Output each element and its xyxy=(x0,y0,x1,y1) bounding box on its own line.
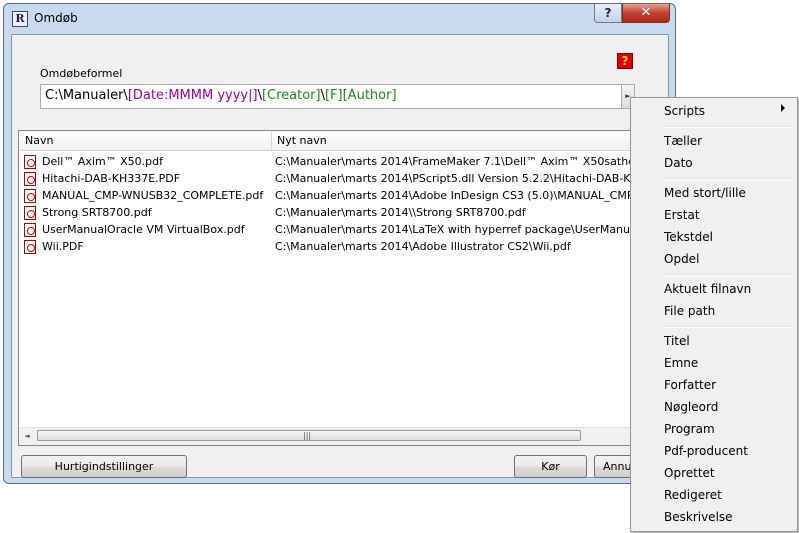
new-file-name: C:\Manualer\marts 2014\Adobe Illustrator… xyxy=(275,240,571,253)
quick-settings-button[interactable]: Hurtigindstillinger xyxy=(21,455,187,478)
run-button[interactable]: Kør xyxy=(514,455,587,478)
new-file-name: C:\Manualer\marts 2014\PScript5.dll Vers… xyxy=(275,172,660,185)
menu-item-created[interactable]: Oprettet xyxy=(664,466,715,480)
list-rows: Dell™ Axim™ X50.pdf C:\Manualer\marts 20… xyxy=(19,154,659,256)
pdf-file-icon xyxy=(24,240,36,254)
table-row[interactable]: UserManualOracle VM VirtualBox.pdf C:\Ma… xyxy=(19,222,659,239)
menu-item-keywords[interactable]: Nøgleord xyxy=(664,400,718,414)
new-file-name: C:\Manualer\marts 2014\LaTeX with hyperr… xyxy=(275,223,660,236)
grip-icon: ||| xyxy=(303,431,312,440)
menu-item-case[interactable]: Med stort/lille xyxy=(664,186,746,200)
table-row[interactable]: MANUAL_CMP-WNUSB32_COMPLETE.pdf C:\Manua… xyxy=(19,188,659,205)
new-file-name: C:\Manualer\marts 2014\Adobe InDesign CS… xyxy=(275,189,660,202)
rename-dialog: R Omdøb ? ✕ ? Omdøbeformel C:\Manualer\[… xyxy=(3,3,676,484)
menu-item-counter[interactable]: Tæller xyxy=(664,134,702,148)
menu-item-description[interactable]: Beskrivelse xyxy=(664,510,733,524)
menu-item-program[interactable]: Program xyxy=(664,422,715,436)
dialog-title: Omdøb xyxy=(34,11,78,25)
menu-item-subject[interactable]: Emne xyxy=(664,356,698,370)
menu-item-author[interactable]: Forfatter xyxy=(664,378,716,392)
pdf-file-icon xyxy=(24,206,36,220)
menu-separator xyxy=(661,126,795,128)
insert-field-menu: Scripts Tæller Dato Med stort/lille Erst… xyxy=(630,97,798,532)
menu-separator xyxy=(661,178,795,180)
menu-item-split[interactable]: Opdel xyxy=(664,252,699,266)
help-hint-icon[interactable]: ? xyxy=(617,53,633,69)
new-file-name: C:\Manualer\marts 2014\\Strong SRT8700.p… xyxy=(275,206,526,219)
help-button[interactable]: ? xyxy=(594,4,622,23)
menu-separator xyxy=(661,326,795,328)
formula-author-token: [Author] xyxy=(342,88,397,103)
pdf-file-icon xyxy=(24,223,36,237)
file-name: UserManualOracle VM VirtualBox.pdf xyxy=(42,223,245,236)
file-name: MANUAL_CMP-WNUSB32_COMPLETE.pdf xyxy=(42,189,264,202)
app-icon: R xyxy=(12,11,28,27)
pdf-file-icon xyxy=(24,155,36,169)
scroll-left-icon[interactable]: ◄ xyxy=(21,430,33,442)
menu-item-current-filename[interactable]: Aktuelt filnavn xyxy=(664,282,751,296)
formula-date-token: [Date:MMMM yyyy|] xyxy=(127,88,258,103)
column-divider[interactable] xyxy=(271,131,272,150)
pdf-file-icon xyxy=(24,172,36,186)
table-row[interactable]: Strong SRT8700.pdf C:\Manualer\marts 201… xyxy=(19,205,659,222)
menu-item-text-part[interactable]: Tekstdel xyxy=(664,230,713,244)
table-row[interactable]: Dell™ Axim™ X50.pdf C:\Manualer\marts 20… xyxy=(19,154,659,171)
close-button[interactable]: ✕ xyxy=(622,4,670,23)
menu-item-scripts[interactable]: Scripts xyxy=(664,104,705,118)
dialog-body: ? Omdøbeformel C:\Manualer\[Date:MMMM yy… xyxy=(11,34,669,478)
menu-item-file-path[interactable]: File path xyxy=(664,304,715,318)
formula-creator-token: [Creator] xyxy=(261,88,321,103)
menu-item-date[interactable]: Dato xyxy=(664,156,693,170)
table-row[interactable]: Wii.PDF C:\Manualer\marts 2014\Adobe Ill… xyxy=(19,239,659,256)
menu-item-title[interactable]: Titel xyxy=(664,334,690,348)
file-name: Dell™ Axim™ X50.pdf xyxy=(42,155,164,168)
formula-f-token: [F] xyxy=(324,88,343,103)
file-name: Strong SRT8700.pdf xyxy=(42,206,152,219)
new-file-name: C:\Manualer\marts 2014\FrameMaker 7.1\De… xyxy=(275,155,660,168)
file-list[interactable]: Navn Nyt navn Dell™ Axim™ X50.pdf C:\Man… xyxy=(18,130,660,446)
table-row[interactable]: Hitachi-DAB-KH337E.PDF C:\Manualer\marts… xyxy=(19,171,659,188)
column-header-name[interactable]: Navn xyxy=(25,134,53,147)
submenu-arrow-icon xyxy=(781,104,785,112)
menu-item-replace[interactable]: Erstat xyxy=(664,208,700,222)
pdf-file-icon xyxy=(24,189,36,203)
list-header: Navn Nyt navn xyxy=(19,131,659,151)
horizontal-scrollbar[interactable]: ◄ ||| xyxy=(19,427,659,445)
formula-path-token: C:\Manualer\ xyxy=(45,88,128,103)
scrollbar-thumb[interactable]: ||| xyxy=(37,430,581,441)
menu-item-pdf-producer[interactable]: Pdf-producent xyxy=(664,444,748,458)
formula-label: Omdøbeformel xyxy=(40,67,123,80)
menu-separator xyxy=(661,274,795,276)
column-header-new-name[interactable]: Nyt navn xyxy=(277,134,327,147)
title-bar[interactable]: R Omdøb ? ✕ xyxy=(4,4,675,32)
menu-item-modified[interactable]: Redigeret xyxy=(664,488,722,502)
file-name: Hitachi-DAB-KH337E.PDF xyxy=(42,172,181,185)
formula-input[interactable]: C:\Manualer\[Date:MMMM yyyy|]\[Creator]\… xyxy=(40,84,622,109)
file-name: Wii.PDF xyxy=(42,240,84,253)
